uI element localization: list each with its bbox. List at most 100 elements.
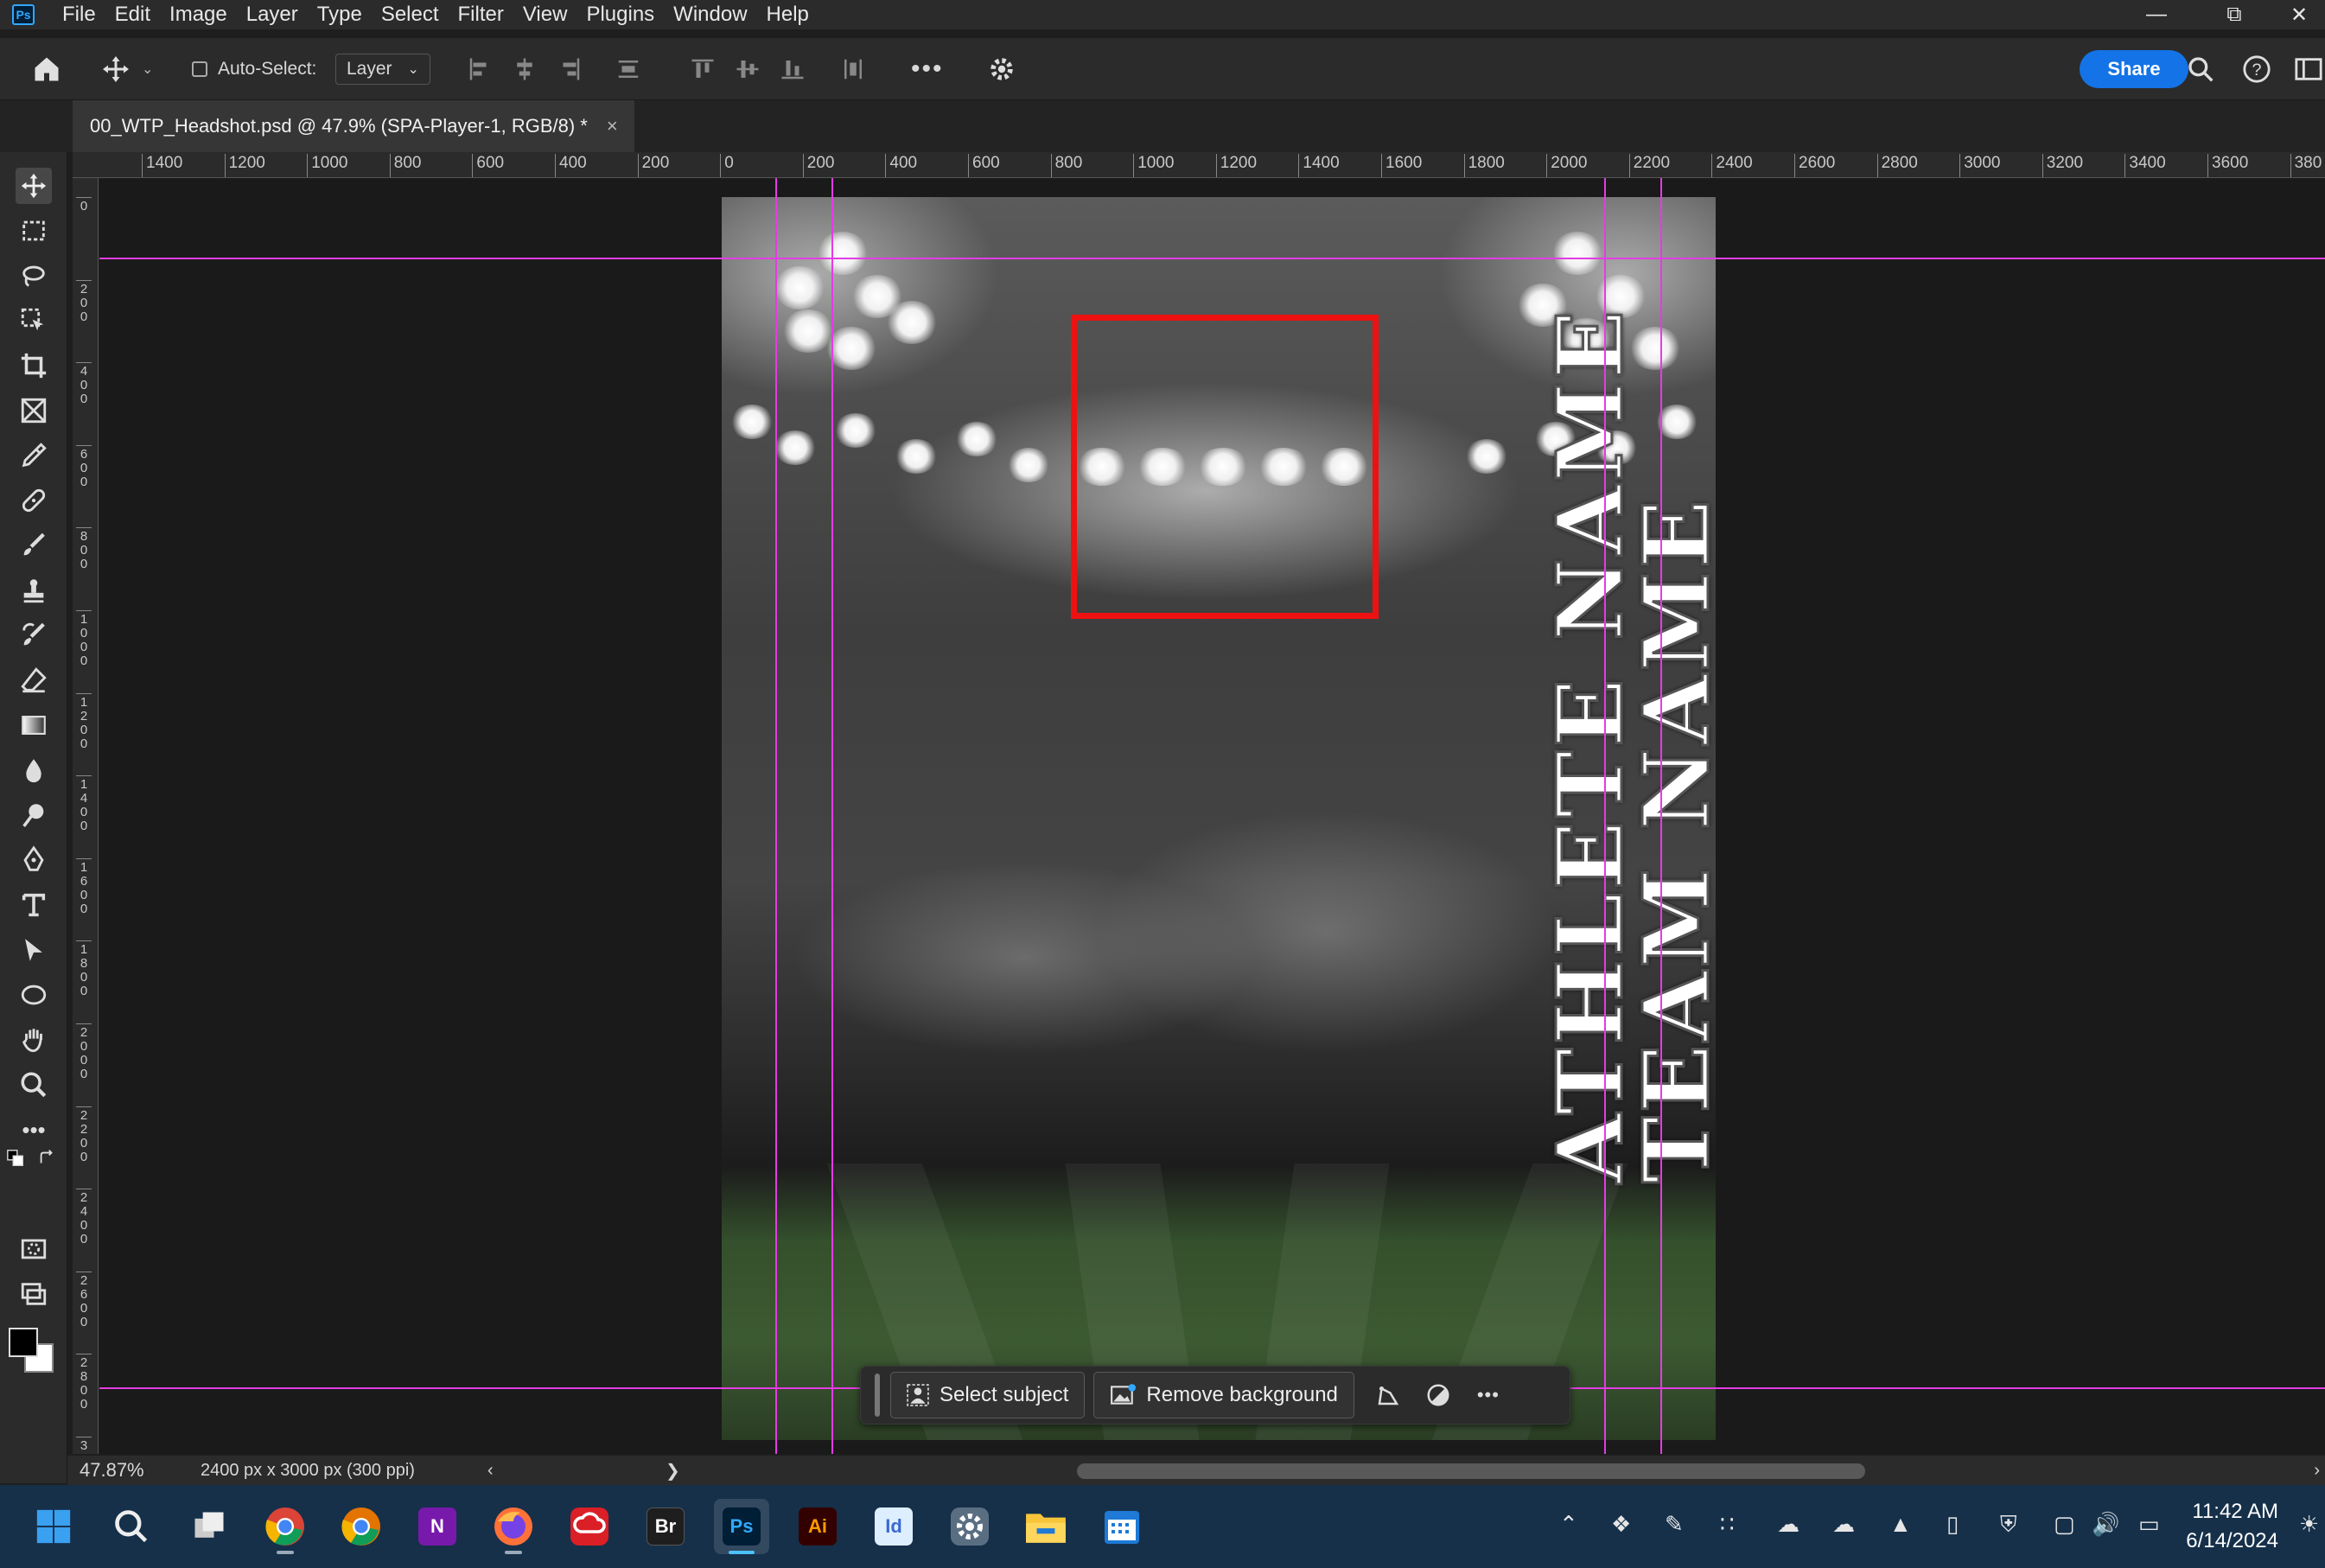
task-bar-handle[interactable] [875,1374,880,1417]
battery-icon[interactable]: ▭ [2138,1511,2160,1538]
security-shield-icon[interactable]: ⛨ [2000,1511,2017,1539]
workspace-button[interactable] [2294,38,2323,100]
menu-plugins[interactable]: Plugins [586,3,654,27]
network-icon[interactable]: ▢ [2054,1511,2075,1538]
usb-icon[interactable]: ▯ [1946,1511,1959,1538]
search-button[interactable] [2187,38,2214,100]
chrome-canary-taskbar-button[interactable] [334,1499,389,1554]
headshot-placeholder-frame[interactable] [1071,315,1379,619]
share-button[interactable]: Share [2080,50,2188,88]
start-button[interactable] [26,1499,81,1554]
task-view-button[interactable] [182,1499,237,1554]
eraser-tool[interactable] [16,662,52,698]
menu-file[interactable]: File [62,3,96,27]
illustrator-taskbar-button[interactable]: Ai [790,1499,845,1554]
team-name-text[interactable]: TEAM NAME [1622,495,1731,1185]
taskbar-search-button[interactable] [104,1499,159,1554]
distribute-horizontal-button[interactable] [840,38,866,100]
vertical-guide[interactable] [1660,178,1662,1454]
pen-tool[interactable] [16,842,52,878]
horizontal-scrollbar-thumb[interactable] [1077,1463,1865,1479]
indesign-taskbar-button[interactable]: Id [866,1499,921,1554]
file-explorer-taskbar-button[interactable] [1018,1499,1073,1554]
menu-image[interactable]: Image [169,3,227,27]
photoshop-taskbar-button[interactable]: Ps [714,1499,769,1554]
calendar-taskbar-button[interactable] [1094,1499,1150,1554]
cloud-sync-icon[interactable]: ▲ [1889,1511,1912,1538]
scroll-left-arrow-icon[interactable]: ‹ [487,1461,494,1481]
default-colors-button[interactable] [3,1146,28,1170]
menu-window[interactable]: Window [673,3,747,27]
chrome-taskbar-button[interactable] [258,1499,313,1554]
history-brush-tool[interactable] [16,617,52,653]
move-tool-preset-button[interactable]: ⌄ [100,38,153,100]
adjustment-button[interactable] [1413,1372,1463,1418]
brush-tool[interactable] [16,527,52,564]
align-right-button[interactable] [557,38,583,100]
settings-taskbar-button[interactable] [942,1499,997,1554]
document-tab[interactable]: 00_WTP_Headshot.psd @ 47.9% (SPA-Player-… [73,100,634,152]
horizontal-guide[interactable] [99,258,2325,259]
dodge-tool[interactable] [16,797,52,833]
vertical-guide[interactable] [831,178,833,1454]
close-window-button[interactable]: ✕ [2273,0,2325,29]
menu-type[interactable]: Type [317,3,362,27]
vertical-ruler[interactable]: 0 2 0 0 4 0 0 6 0 0 8 0 0 1 0 0 0 1 2 0 0 1 4 0… [73,178,99,1454]
auto-select-checkbox[interactable] [192,61,207,77]
help-button[interactable]: ? [2242,38,2271,100]
screen-mode-button[interactable] [16,1276,52,1312]
onenote-taskbar-button[interactable]: N [410,1499,465,1554]
close-tab-icon[interactable]: × [607,115,618,137]
move-tool[interactable] [16,168,52,204]
status-menu-arrow-icon[interactable]: ❯ [666,1460,680,1482]
gradient-tool[interactable] [16,707,52,743]
align-left-button[interactable] [467,38,493,100]
edit-path-button[interactable] [1363,1372,1413,1418]
vertical-guide[interactable] [775,178,777,1454]
apps-grid-icon[interactable]: ∷ [1720,1511,1735,1538]
task-bar-more-button[interactable]: ••• [1463,1372,1513,1418]
healing-brush-tool[interactable] [16,482,52,519]
foreground-color-swatch[interactable] [9,1328,38,1357]
align-bottom-button[interactable] [780,38,806,100]
path-selection-tool[interactable] [16,932,52,968]
canvas-area[interactable]: ATHLETE NAME TEAM NAME Select subject Re… [99,178,2325,1454]
blur-tool[interactable] [16,752,52,788]
crop-tool[interactable] [16,347,52,384]
align-middle-button[interactable] [735,38,761,100]
menu-edit[interactable]: Edit [115,3,150,27]
clone-stamp-tool[interactable] [16,572,52,609]
align-center-button[interactable] [512,38,538,100]
swap-colors-button[interactable] [35,1146,59,1170]
onedrive-icon[interactable]: ☁ [1832,1511,1855,1538]
dropbox-icon[interactable]: ❖ [1611,1511,1631,1538]
quick-mask-button[interactable] [16,1231,52,1267]
home-button[interactable] [31,38,62,100]
chevron-down-icon[interactable]: ⌄ [142,61,153,78]
system-clock[interactable]: 11:42 AM 6/14/2024 [2186,1497,2278,1556]
restore-button[interactable]: ⧉ [2195,0,2273,29]
object-selection-tool[interactable] [16,303,52,339]
volume-icon[interactable]: 🔊 [2092,1511,2119,1538]
show-hidden-icons-icon[interactable]: ⌃ [1559,1511,1578,1538]
firefox-taskbar-button[interactable] [486,1499,541,1554]
layer-select[interactable]: Layer ⌄ [335,54,430,85]
remove-background-button[interactable]: Remove background [1093,1372,1354,1418]
bridge-taskbar-button[interactable]: Br [638,1499,693,1554]
zoom-tool[interactable] [16,1067,52,1103]
creative-cloud-taskbar-button[interactable] [562,1499,617,1554]
minimize-button[interactable]: — [2118,0,2195,29]
select-subject-button[interactable]: Select subject [890,1372,1086,1418]
ellipse-tool[interactable] [16,977,52,1013]
menu-help[interactable]: Help [767,3,809,27]
horizontal-ruler[interactable]: 1400 1200 1000 800 600 400 200 0 200 400 600 800 100… [73,152,2325,178]
edit-toolbar-button[interactable]: ••• [16,1112,52,1148]
menu-select[interactable]: Select [381,3,439,27]
scroll-right-arrow-icon[interactable]: › [2314,1461,2320,1481]
creative-cloud-tray-icon[interactable]: ☁ [1777,1511,1799,1538]
settings-button[interactable] [987,38,1016,100]
hand-tool[interactable] [16,1022,52,1058]
more-options-button[interactable]: ••• [911,38,944,100]
lasso-tool[interactable] [16,258,52,294]
type-tool[interactable] [16,887,52,923]
